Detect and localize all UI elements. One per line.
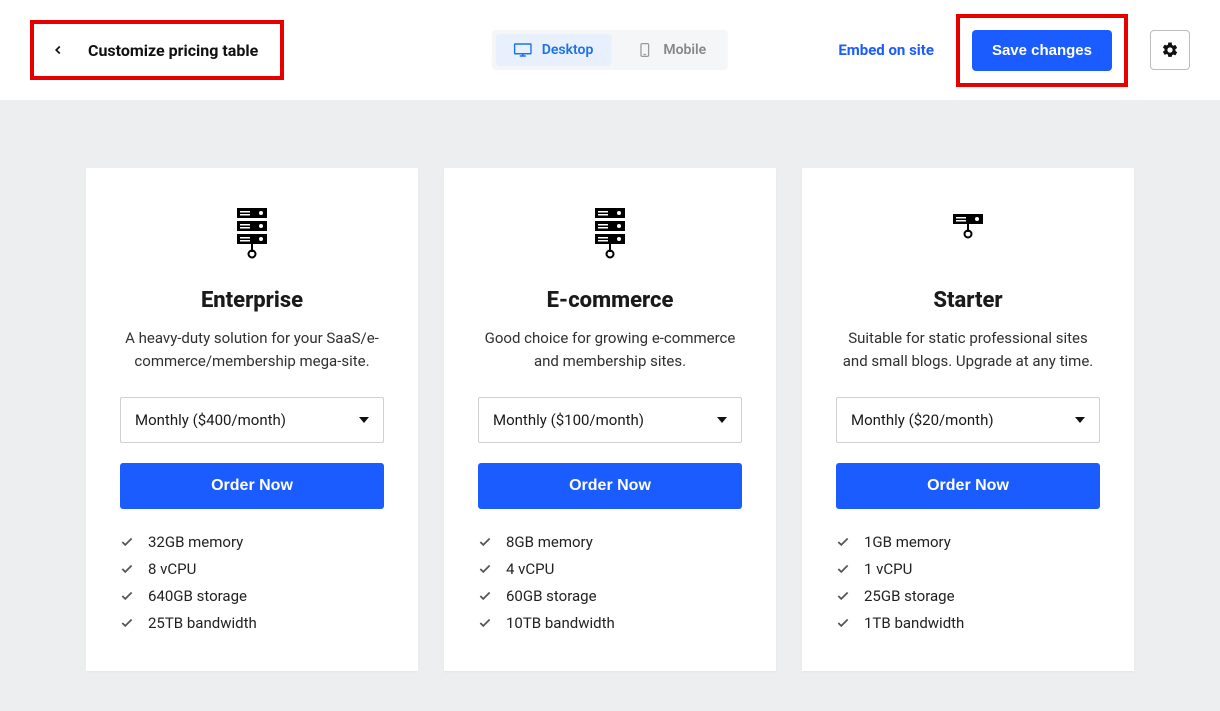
order-button[interactable]: Order Now <box>120 463 384 509</box>
gear-icon <box>1161 41 1179 59</box>
feature-list: 32GB memory 8 vCPU 640GB storage 25TB ba… <box>120 533 384 632</box>
mobile-icon <box>635 43 653 57</box>
selected-option: Monthly ($20/month) <box>851 411 994 429</box>
pricing-card-enterprise: Enterprise A heavy-duty solution for you… <box>86 168 418 671</box>
chevron-left-icon <box>51 43 65 57</box>
feature-list: 8GB memory 4 vCPU 60GB storage 10TB band… <box>478 533 742 632</box>
plan-name: Enterprise <box>120 288 384 313</box>
order-button[interactable]: Order Now <box>836 463 1100 509</box>
caret-down-icon <box>359 417 369 423</box>
pricing-card-ecommerce: E-commerce Good choice for growing e-com… <box>444 168 776 671</box>
save-button[interactable]: Save changes <box>972 30 1112 71</box>
check-icon <box>836 535 850 549</box>
pricing-card-starter: Starter Suitable for static professional… <box>802 168 1134 671</box>
plan-description: A heavy-duty solution for your SaaS/e-co… <box>120 327 384 375</box>
check-icon <box>478 589 492 603</box>
check-icon <box>836 616 850 630</box>
feature-item: 1TB bandwidth <box>836 614 1100 632</box>
server-icon <box>478 206 742 260</box>
check-icon <box>478 562 492 576</box>
check-icon <box>120 589 134 603</box>
check-icon <box>120 616 134 630</box>
server-icon <box>120 206 384 260</box>
feature-item: 25TB bandwidth <box>120 614 384 632</box>
viewport-switcher: Desktop Mobile <box>492 30 728 70</box>
action-group: Embed on site Save changes <box>838 14 1190 87</box>
feature-item: 4 vCPU <box>478 560 742 578</box>
caret-down-icon <box>1075 417 1085 423</box>
feature-list: 1GB memory 1 vCPU 25GB storage 1TB bandw… <box>836 533 1100 632</box>
billing-period-select[interactable]: Monthly ($400/month) <box>120 397 384 443</box>
feature-item: 32GB memory <box>120 533 384 551</box>
feature-item: 8GB memory <box>478 533 742 551</box>
check-icon <box>120 562 134 576</box>
selected-option: Monthly ($400/month) <box>135 411 286 429</box>
viewport-mobile-label: Mobile <box>663 42 706 58</box>
page-title: Customize pricing table <box>88 41 258 60</box>
plan-name: E-commerce <box>478 288 742 313</box>
settings-button[interactable] <box>1150 30 1190 70</box>
feature-item: 60GB storage <box>478 587 742 605</box>
billing-period-select[interactable]: Monthly ($100/month) <box>478 397 742 443</box>
top-bar: Customize pricing table Desktop Mobile E… <box>0 0 1220 100</box>
preview-canvas: Enterprise A heavy-duty solution for you… <box>0 100 1220 711</box>
plan-name: Starter <box>836 288 1100 313</box>
back-button[interactable] <box>46 38 70 62</box>
save-highlight-box: Save changes <box>956 14 1128 87</box>
feature-item: 25GB storage <box>836 587 1100 605</box>
feature-item: 8 vCPU <box>120 560 384 578</box>
feature-item: 10TB bandwidth <box>478 614 742 632</box>
plan-description: Good choice for growing e-commerce and m… <box>478 327 742 375</box>
check-icon <box>836 589 850 603</box>
desktop-icon <box>514 43 532 57</box>
plan-description: Suitable for static professional sites a… <box>836 327 1100 375</box>
feature-item: 640GB storage <box>120 587 384 605</box>
title-highlight-box: Customize pricing table <box>30 20 284 80</box>
order-button[interactable]: Order Now <box>478 463 742 509</box>
check-icon <box>836 562 850 576</box>
check-icon <box>478 535 492 549</box>
selected-option: Monthly ($100/month) <box>493 411 644 429</box>
viewport-mobile-button[interactable]: Mobile <box>617 34 724 66</box>
feature-item: 1 vCPU <box>836 560 1100 578</box>
check-icon <box>120 535 134 549</box>
feature-item: 1GB memory <box>836 533 1100 551</box>
caret-down-icon <box>717 417 727 423</box>
billing-period-select[interactable]: Monthly ($20/month) <box>836 397 1100 443</box>
viewport-desktop-label: Desktop <box>542 42 594 58</box>
check-icon <box>478 616 492 630</box>
embed-link[interactable]: Embed on site <box>838 41 934 59</box>
server-icon <box>836 206 1100 260</box>
viewport-desktop-button[interactable]: Desktop <box>496 34 612 66</box>
